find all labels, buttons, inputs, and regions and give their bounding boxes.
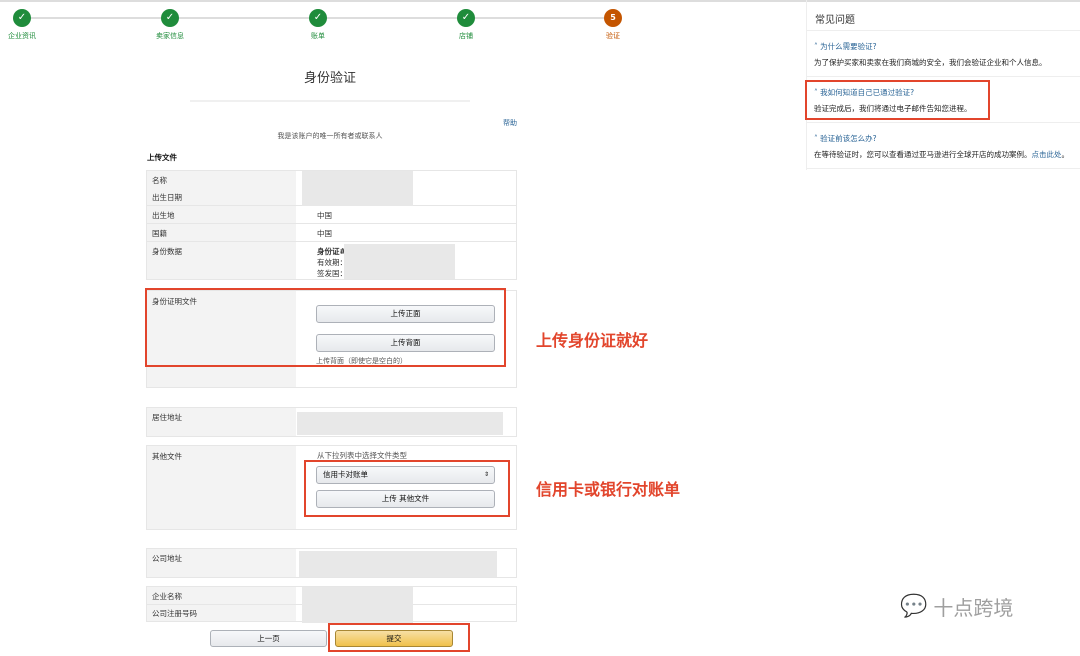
step-label: 验证 [606,32,620,40]
upload-section-heading: 上传文件 [147,153,177,162]
step-1-check-icon: ✓ [13,9,31,27]
faq-question[interactable]: ˄ 为什么需要验证? [814,41,1080,52]
step-5-current: 5 [604,9,622,27]
nationality-value: 中国 [317,229,332,238]
dob-label: 出生日期 [152,193,182,202]
company-reg-label: 公司注册号码 [152,609,197,618]
step-label: 店铺 [459,32,473,40]
birthplace-label: 出生地 [152,211,175,220]
divider [190,100,470,102]
highlight-submit [328,623,470,652]
residence-address-section: 居住地址 [146,407,517,437]
page-title: 身份验证 [303,71,356,86]
company-address-label: 公司地址 [152,554,182,563]
previous-button[interactable]: 上一页 [210,630,327,647]
step-2-check-icon: ✓ [161,9,179,27]
id-data-label: 身份数据 [152,247,182,256]
owner-note: 我是该账户的唯一所有者或联系人 [277,132,383,140]
faq-question[interactable]: ˄ 验证前该怎么办? [814,133,1080,144]
help-link[interactable]: 帮助 [503,118,517,128]
redacted-id-data [344,244,455,279]
wechat-icon: 💬 [900,594,928,619]
name-label: 名称 [152,176,167,185]
step-4-check-icon: ✓ [457,9,475,27]
id-expiry-label: 有效期： [317,258,347,267]
watermark: 💬 十点跨境 [900,594,1014,620]
faq-answer: 为了保护买家和卖家在我们商城的安全，我们会验证企业和个人信息。 [814,58,1047,67]
step-label: 账单 [311,32,325,40]
nationality-label: 国籍 [152,229,167,238]
redacted-residence [297,412,503,435]
highlight-other-docs [304,460,510,517]
step-label: 卖家信息 [156,32,184,40]
residence-label: 居住地址 [152,413,182,422]
annotation-other: 信用卡或银行对账单 [536,480,681,499]
redacted-company-info [302,587,413,623]
annotation-id: 上传身份证就好 [536,331,649,350]
company-address-section: 公司地址 [146,548,517,578]
personal-info-table: 名称 出生日期 出生地 中国 国籍 中国 身份数据 身份证# 有效期： 签发国： [146,170,517,280]
click-here-link[interactable]: 点击此处 [1032,150,1062,159]
faq-item: ˄ 验证前该怎么办? 在等待验证时，您可以查看通过亚马逊进行全球开店的成功案例。… [806,122,1080,169]
birthplace-value: 中国 [317,211,332,220]
company-name-label: 企业名称 [152,592,182,601]
highlight-faq [805,80,990,120]
faq-answer: 在等待验证时，您可以查看通过亚马逊进行全球开店的成功案例。点击此处。 [814,150,1069,159]
id-issuer-label: 签发国： [317,269,347,278]
faq-title: 常见问题 [815,15,855,26]
step-label: 企业资讯 [8,32,36,40]
other-docs-label: 其他文件 [152,452,182,461]
company-info-table: 企业名称 公司注册号码 [146,586,517,623]
highlight-id-docs [145,288,506,367]
faq-item: ˄ 为什么需要验证? 为了保护买家和卖家在我们商城的安全，我们会验证企业和个人信… [806,30,1080,76]
id-number-label: 身份证# [317,247,346,256]
step-3-check-icon: ✓ [309,9,327,27]
redacted-company-address [299,551,497,577]
redacted-name-dob [302,171,413,206]
